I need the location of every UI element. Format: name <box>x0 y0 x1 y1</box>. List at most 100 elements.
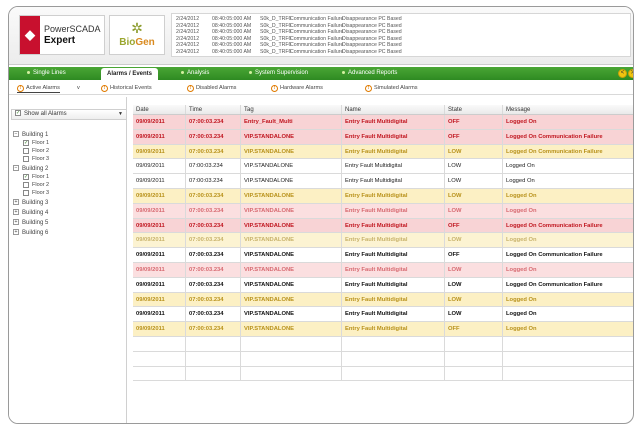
collapse-icon[interactable]: − <box>13 165 19 172</box>
col-state[interactable]: State <box>445 105 503 114</box>
tree-building[interactable]: − Building 1 <box>13 131 49 139</box>
tab-simulated-alarms[interactable]: ! Simulated Alarms <box>365 84 418 93</box>
cell-time: 07:00:03.234 <box>186 307 241 322</box>
cell-message: Logged On <box>506 192 537 199</box>
tab-active-alarms[interactable]: ! Active Alarms <box>17 84 60 93</box>
tree-floor[interactable]: Floor 2 <box>13 181 49 189</box>
expand-icon[interactable]: + <box>13 209 19 216</box>
collapse-icon[interactable]: − <box>13 131 19 138</box>
cell-time: 07:00:03.234 <box>186 115 241 129</box>
empty-cell <box>133 366 186 381</box>
tree-floor-label: Floor 2 <box>32 182 50 188</box>
tree-floor[interactable]: Floor 3 <box>13 155 49 163</box>
cell-time: 07:00:03.234 <box>186 277 241 292</box>
nav-system-supervision[interactable]: System Supervision <box>249 67 308 80</box>
table-row[interactable]: 09/09/2011 07:00:03.234 VIP.STANDALONE Entr… <box>133 159 633 175</box>
tree-building[interactable]: + Building 4 <box>13 209 49 217</box>
tree-floor[interactable]: ✓ Floor 1 <box>13 139 49 147</box>
checkbox-icon[interactable] <box>23 155 29 162</box>
cell-tag: VIP.STANDALONE <box>241 292 342 307</box>
event-time: 08:40:05:000 AM <box>212 16 252 22</box>
event-msg: Communication Failure <box>290 29 344 36</box>
cell-name: Entry Fault Multidigital <box>342 129 445 144</box>
logo-line1: PowerSCADA <box>44 24 101 34</box>
tree-floor[interactable]: Floor 3 <box>13 189 49 197</box>
table-row[interactable]: 09/09/2011 07:00:03.234 VIP.STANDALONE Entr… <box>133 188 633 204</box>
tree-building[interactable]: − Building 2 <box>13 165 49 173</box>
table-row[interactable]: 09/09/2011 07:00:03.234 VIP.STANDALONE Entr… <box>133 307 633 323</box>
nav-alarms-events[interactable]: Alarms / Events <box>101 68 159 80</box>
tab-dropdown[interactable]: v <box>77 84 80 93</box>
cell-date: 09/09/2011 <box>133 262 186 277</box>
table-row[interactable]: 09/09/2011 07:00:03.234 VIP.STANDALONE Entr… <box>133 322 633 337</box>
nav-single-lines[interactable]: Single Lines <box>27 67 66 80</box>
cell-tag: VIP.STANDALONE <box>241 188 342 203</box>
cell-date: 09/09/2011 <box>133 277 186 292</box>
table-row[interactable]: 09/09/2011 07:00:03.234 VIP.STANDALONE Entr… <box>133 203 633 219</box>
cell-date: 09/09/2011 <box>133 129 186 144</box>
expand-icon[interactable]: + <box>13 229 19 236</box>
expand-icon[interactable]: + <box>13 219 19 226</box>
cell-time: 07:00:03.234 <box>186 144 241 159</box>
event-log-entry: 2/24/2012 08:40:05:000 AM S0k_D_TRF6Commun… <box>176 42 626 49</box>
tree-building[interactable]: + Building 3 <box>13 199 49 207</box>
col-message[interactable]: Message <box>503 105 631 114</box>
col-date[interactable]: Date <box>133 105 186 114</box>
cell-time: 07:00:03.234 <box>186 322 241 336</box>
event-date: 2/24/2012 <box>176 35 200 42</box>
event-date: 2/24/2012 <box>176 42 200 49</box>
checkbox-icon[interactable] <box>23 189 29 196</box>
tab-historical-events[interactable]: ! Historical Events <box>101 84 152 93</box>
table-row[interactable]: 09/09/2011 07:00:03.234 VIP.STANDALONE Entr… <box>133 233 633 249</box>
bullet-icon <box>342 70 345 74</box>
filter-sidebar: ✓ Show all Alarms ▼ − Building 1 ✓ Floor 1 Fl… <box>9 97 127 423</box>
cell-name: Entry Fault Multidigital <box>342 322 445 336</box>
building-tree: − Building 1 ✓ Floor 1 Floor 2 Floor 3− Buildi… <box>13 129 49 237</box>
table-row[interactable]: 09/09/2011 07:00:03.234 VIP.STANDALONE Entr… <box>133 218 633 234</box>
tree-building[interactable]: + Building 5 <box>13 219 49 227</box>
cell-date: 09/09/2011 <box>133 174 186 188</box>
table-row[interactable]: 09/09/2011 07:00:03.234 VIP.STANDALONE Entr… <box>133 262 633 278</box>
tree-floor-label: Floor 3 <box>32 190 50 196</box>
table-row[interactable]: 09/09/2011 07:00:03.234 VIP.STANDALONE Entr… <box>133 248 633 263</box>
show-all-alarms-select[interactable]: ✓ Show all Alarms ▼ <box>11 109 127 120</box>
checkbox-icon[interactable] <box>23 181 29 188</box>
nav-next-button[interactable]: > <box>628 69 633 78</box>
table-row[interactable]: 09/09/2011 07:00:03.234 VIP.STANDALONE Entr… <box>133 144 633 160</box>
event-detail: Disappearance PC Based <box>342 16 402 22</box>
nav-prev-button[interactable]: < <box>618 69 627 78</box>
checkbox-checked-icon[interactable]: ✓ <box>23 173 29 180</box>
tab-hardware-alarms[interactable]: ! Hardware Alarms <box>271 84 323 93</box>
col-time[interactable]: Time <box>186 105 241 114</box>
event-time: 08:40:05:000 AM <box>212 48 252 55</box>
table-row[interactable]: 09/09/2011 07:00:03.234 Entry_Fault_Multi E… <box>133 115 633 130</box>
table-row[interactable]: 09/09/2011 07:00:03.234 VIP.STANDALONE Entr… <box>133 174 633 189</box>
cell-state: OFF <box>445 115 503 129</box>
tab-disabled-alarms[interactable]: ! Disabled Alarms <box>187 84 236 93</box>
table-row[interactable]: 09/09/2011 07:00:03.234 VIP.STANDALONE Entr… <box>133 129 633 145</box>
nav-advanced-reports[interactable]: Advanced Reports <box>342 67 397 80</box>
tree-building[interactable]: + Building 6 <box>13 229 49 237</box>
nav-analysis[interactable]: Analysis <box>181 67 209 80</box>
cell-tag: VIP.STANDALONE <box>241 262 342 277</box>
cell-tag: VIP.STANDALONE <box>241 174 342 188</box>
cell-date: 09/09/2011 <box>133 159 186 174</box>
cell-tag: VIP.STANDALONE <box>241 277 342 292</box>
event-detail: Disappearance PC Based <box>342 29 402 36</box>
table-row[interactable]: 09/09/2011 07:00:03.234 VIP.STANDALONE Entr… <box>133 277 633 293</box>
event-msg: Communication Failure <box>290 22 344 29</box>
col-tag[interactable]: Tag <box>241 105 342 114</box>
tree-floor[interactable]: Floor 2 <box>13 147 49 155</box>
event-msg: Communication Failure <box>290 48 344 55</box>
cell-time: 07:00:03.234 <box>186 203 241 218</box>
tree-floor[interactable]: ✓ Floor 1 <box>13 173 49 181</box>
checkbox-icon[interactable] <box>23 147 29 154</box>
table-row[interactable]: 09/09/2011 07:00:03.234 VIP.STANDALONE Entr… <box>133 292 633 308</box>
cell-time: 07:00:03.234 <box>186 292 241 307</box>
cell-tag: VIP.STANDALONE <box>241 322 342 336</box>
empty-cell <box>342 366 445 381</box>
col-name[interactable]: Name <box>342 105 445 114</box>
expand-icon[interactable]: + <box>13 199 19 206</box>
checkbox-checked-icon[interactable]: ✓ <box>23 139 29 146</box>
cell-state: LOW <box>445 233 503 248</box>
